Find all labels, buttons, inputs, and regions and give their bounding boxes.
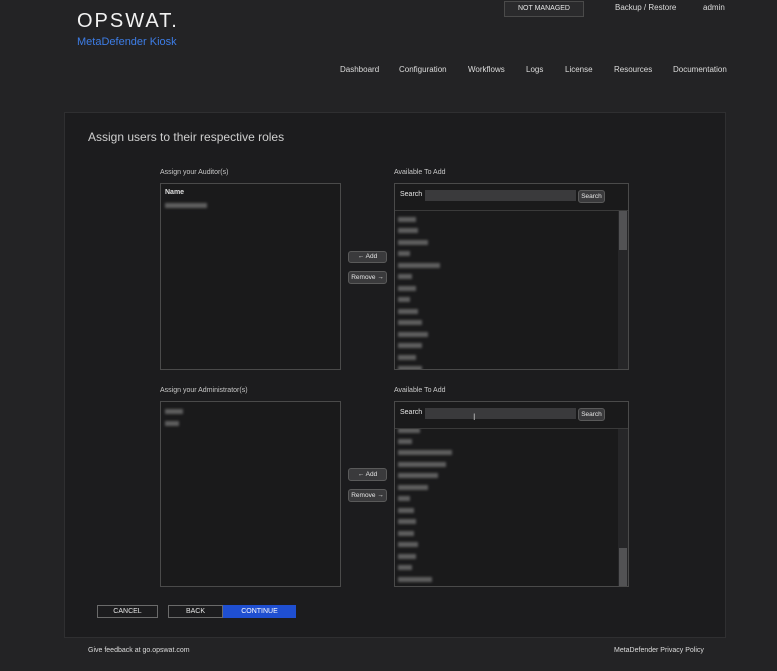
nav-documentation[interactable]: Documentation	[673, 65, 727, 74]
list-item[interactable]	[398, 496, 410, 501]
list-item[interactable]	[398, 508, 414, 513]
nav-logs[interactable]: Logs	[526, 65, 543, 74]
available-auditors-panel: Search Search	[394, 183, 629, 370]
scrollbar-thumb[interactable]	[619, 548, 627, 586]
privacy-policy-link[interactable]: MetaDefender Privacy Policy	[614, 647, 704, 654]
auditor-list-scrollbar[interactable]	[618, 211, 628, 369]
administrator-list-scrollbar[interactable]	[618, 429, 628, 586]
list-item[interactable]	[398, 485, 428, 490]
nav-configuration[interactable]: Configuration	[399, 65, 447, 74]
cancel-button[interactable]: CANCEL	[97, 605, 158, 618]
list-item[interactable]	[165, 409, 183, 414]
nav-resources[interactable]: Resources	[614, 65, 652, 74]
list-item[interactable]	[398, 473, 438, 478]
nav-license[interactable]: License	[565, 65, 593, 74]
administrator-search-button[interactable]: Search	[578, 408, 605, 421]
list-item[interactable]	[398, 309, 418, 314]
administrator-search-input[interactable]	[425, 408, 576, 419]
list-item[interactable]	[165, 421, 179, 426]
list-item[interactable]	[398, 519, 416, 524]
administrators-label: Assign your Administrator(s)	[160, 387, 248, 394]
list-item[interactable]	[398, 274, 412, 279]
product-name: MetaDefender Kiosk	[77, 36, 177, 48]
remove-administrator-button[interactable]: Remove →	[348, 489, 387, 502]
search-label: Search	[400, 409, 423, 416]
nav-workflows[interactable]: Workflows	[468, 65, 505, 74]
nav-dashboard[interactable]: Dashboard	[340, 65, 379, 74]
list-item[interactable]	[398, 286, 416, 291]
backup-restore-link[interactable]: Backup / Restore	[615, 3, 676, 12]
add-auditor-button[interactable]: ← Add	[348, 251, 387, 263]
list-item[interactable]	[398, 439, 412, 444]
list-item[interactable]	[398, 429, 420, 433]
name-column-header: Name	[165, 189, 185, 196]
list-item[interactable]	[398, 450, 452, 455]
auditor-search-button[interactable]: Search	[578, 190, 605, 203]
list-item[interactable]	[398, 343, 422, 348]
page-title: Assign users to their respective roles	[88, 130, 285, 144]
list-item[interactable]	[398, 366, 422, 369]
available-auditors-list[interactable]	[395, 211, 618, 369]
add-administrator-button[interactable]: ← Add	[348, 468, 387, 481]
list-item[interactable]	[398, 531, 414, 536]
list-item[interactable]	[398, 542, 418, 547]
continue-button[interactable]: CONTINUE	[223, 605, 296, 618]
search-label: Search	[400, 191, 423, 198]
list-item[interactable]	[398, 297, 410, 302]
list-item[interactable]	[398, 228, 418, 233]
list-item[interactable]	[398, 320, 422, 325]
auditors-label: Assign your Auditor(s)	[160, 169, 229, 176]
list-item[interactable]	[398, 577, 432, 582]
list-item[interactable]	[398, 554, 416, 559]
assigned-auditors-list[interactable]: Name	[160, 183, 341, 370]
list-item[interactable]	[398, 462, 446, 467]
list-item[interactable]	[398, 240, 428, 245]
list-item[interactable]	[398, 251, 410, 256]
text-cursor-icon: I	[473, 412, 476, 422]
list-item[interactable]	[398, 355, 416, 360]
back-button[interactable]: BACK	[168, 605, 223, 618]
status-badge: NOT MANAGED	[504, 1, 584, 17]
assigned-administrators-list[interactable]	[160, 401, 341, 587]
list-item[interactable]	[165, 203, 207, 208]
remove-auditor-button[interactable]: Remove →	[348, 271, 387, 284]
list-item[interactable]	[398, 565, 412, 570]
user-menu[interactable]: admin	[703, 3, 725, 12]
auditor-search-input[interactable]	[425, 190, 576, 201]
available-administrators-panel: Search I Search	[394, 401, 629, 587]
feedback-link[interactable]: Give feedback at go.opswat.com	[88, 647, 190, 654]
administrators-available-label: Available To Add	[394, 387, 446, 394]
list-item[interactable]	[398, 332, 428, 337]
auditors-available-label: Available To Add	[394, 169, 446, 176]
list-item[interactable]	[398, 217, 416, 222]
scrollbar-thumb[interactable]	[619, 211, 627, 250]
list-item[interactable]	[398, 263, 440, 268]
available-administrators-list[interactable]	[395, 429, 618, 586]
opswat-logo: OPSWAT.	[77, 10, 179, 32]
